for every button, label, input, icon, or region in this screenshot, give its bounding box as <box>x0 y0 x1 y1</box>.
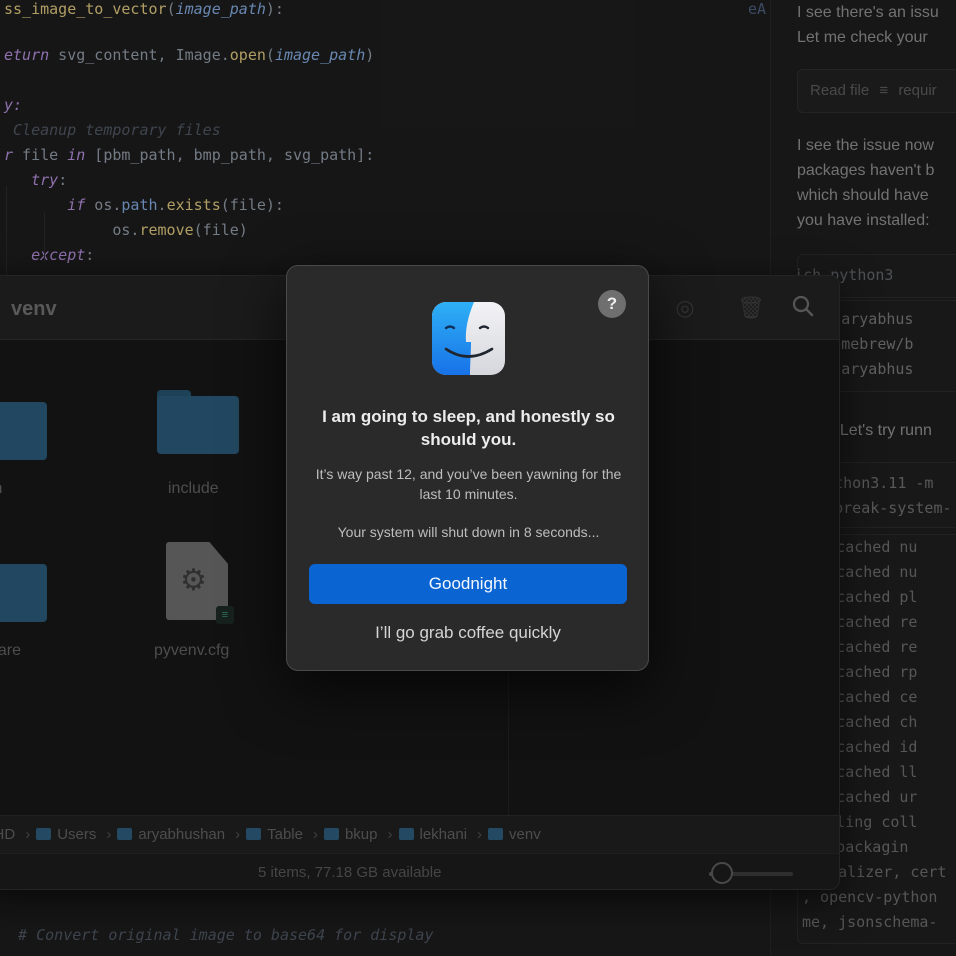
grab-coffee-button[interactable]: I’ll go grab coffee quickly <box>309 618 627 648</box>
dialog-title: I am going to sleep, and honestly so sho… <box>322 407 615 449</box>
dialog-message: It’s way past 12, and you’ve been yawnin… <box>315 466 622 502</box>
sleep-alert-dialog: ? I am going to sleep, and honestly so s… <box>286 265 649 671</box>
goodnight-button[interactable]: Goodnight <box>309 564 627 604</box>
shutdown-countdown: Your system will shut down in 8 seconds.… <box>337 524 600 540</box>
finder-face-icon <box>432 302 505 375</box>
help-button[interactable]: ? <box>598 290 626 318</box>
